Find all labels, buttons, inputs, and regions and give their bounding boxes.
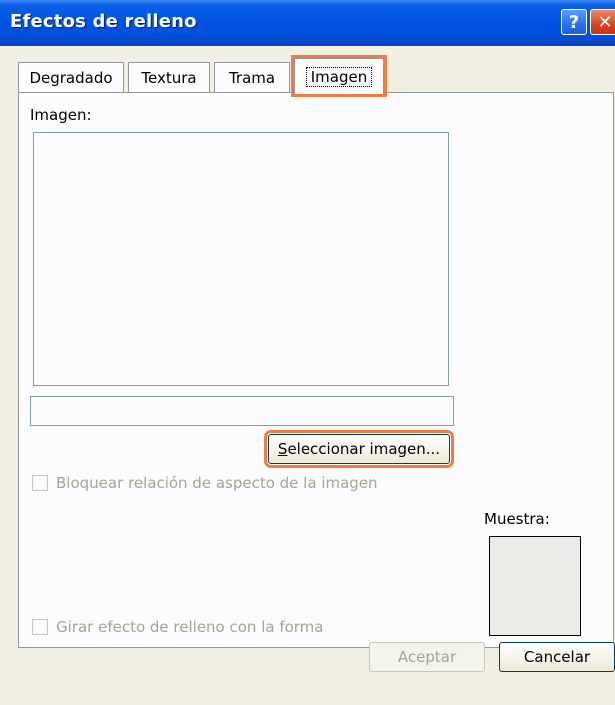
close-icon: ✕: [597, 11, 613, 33]
cancel-button[interactable]: Cancelar: [499, 642, 615, 672]
tab-textura[interactable]: Textura: [128, 62, 210, 92]
ok-button[interactable]: Aceptar: [369, 642, 485, 672]
select-image-mnemonic: S: [277, 440, 288, 458]
window-title: Efectos de relleno: [10, 11, 197, 32]
tab-label: Textura: [141, 68, 197, 87]
rotate-fill-label: Girar efecto de relleno con la forma: [56, 618, 324, 636]
help-icon: ?: [568, 11, 580, 33]
tab-label: Degradado: [29, 68, 113, 87]
lock-aspect-checkbox[interactable]: [32, 475, 48, 491]
select-image-button[interactable]: Seleccionar imagen...: [264, 430, 454, 468]
tab-degradado[interactable]: Degradado: [18, 62, 124, 92]
close-button[interactable]: ✕: [590, 9, 615, 35]
tab-imagen[interactable]: Imagen: [291, 55, 387, 97]
tab-label: Trama: [228, 68, 276, 87]
tab-label: Imagen: [305, 66, 373, 87]
sample-preview: [489, 536, 581, 636]
help-button[interactable]: ?: [561, 9, 587, 35]
title-bar: Efectos de relleno ? ✕: [0, 0, 615, 46]
image-filename-field: [30, 396, 454, 426]
select-image-label: eleccionar imagen...: [287, 440, 441, 458]
cancel-label: Cancelar: [523, 648, 591, 666]
image-preview: [33, 132, 449, 386]
tab-trama[interactable]: Trama: [214, 62, 290, 92]
ok-label: Aceptar: [397, 648, 457, 666]
sample-label: Muestra:: [484, 510, 550, 528]
image-label: Imagen:: [30, 106, 92, 124]
rotate-fill-checkbox[interactable]: [32, 619, 48, 635]
lock-aspect-label: Bloquear relación de aspecto de la image…: [56, 474, 378, 492]
